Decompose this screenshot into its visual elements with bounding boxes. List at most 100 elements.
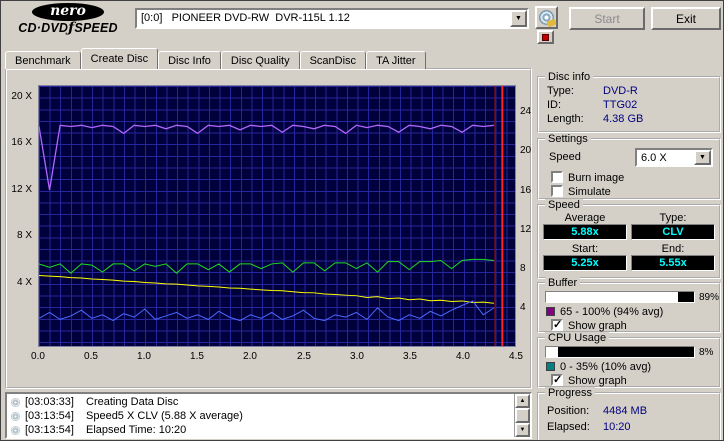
buffer-group: Buffer 89% 65 - 100% (94% avg) Show grap…: [537, 277, 721, 333]
axis-tick-label: 0.0: [31, 351, 45, 362]
axis-tick-label: 3.0: [350, 351, 364, 362]
simulate-label: Simulate: [568, 186, 611, 198]
cpu-meter: [545, 346, 695, 358]
log-panel: [03:03:33] Creating Data Disc [03:13:54] Sp…: [5, 392, 532, 439]
log-timestamp: [03:13:54]: [25, 424, 74, 436]
chart-plot: [38, 85, 516, 347]
average-label: Average: [564, 212, 606, 224]
series-blue-line: [39, 300, 495, 322]
product-name-left: CD·DVD: [18, 21, 69, 35]
scroll-down-icon[interactable]: ▼: [515, 423, 530, 437]
speed-type-display: CLV: [631, 224, 715, 240]
nero-brand: nero: [32, 3, 104, 21]
log-line[interactable]: [03:13:54] Speed5 X CLV (5.88 X average): [7, 409, 514, 423]
log-scrollbar[interactable]: ▲ ▼: [514, 394, 530, 437]
axis-tick-label: 4 X: [16, 277, 32, 288]
buffer-color-swatch: [546, 307, 555, 316]
position-value: 4484 MB: [603, 405, 648, 417]
tab-disc-info[interactable]: Disc Info: [158, 51, 221, 69]
speed-select[interactable]: 6.0 X ▼: [635, 148, 713, 167]
y-axis-left: 20 X 16 X 12 X 8 X 4 X: [7, 85, 35, 347]
axis-tick-label: 8 X: [16, 230, 32, 241]
axis-tick-label: 0.5: [84, 351, 98, 362]
cpu-show-graph-label: Show graph: [568, 375, 627, 387]
tab-strip: Benchmark Create Disc Disc Info Disc Qualit…: [5, 48, 426, 69]
disc-type-value: DVD-R: [603, 85, 638, 97]
axis-tick-label: 16 X: [11, 137, 32, 148]
axis-tick-label: 4.0: [456, 351, 470, 362]
cpu-percent: 8%: [699, 347, 714, 358]
disc-info-title: Disc info: [545, 71, 594, 83]
tab-ta-jitter[interactable]: TA Jitter: [366, 51, 426, 69]
small-tool-button[interactable]: [537, 30, 554, 44]
axis-tick-label: 1.5: [190, 351, 204, 362]
speed-group: Speed Average Type: 5.88x CLV Start: End…: [537, 199, 721, 279]
chevron-down-icon[interactable]: ▼: [694, 150, 711, 165]
disc-type-label: Type:: [547, 85, 574, 97]
red-dot-icon: [542, 33, 549, 41]
log-message: Elapsed Time: 10:20: [86, 424, 187, 436]
disc-info-group: Disc info Type: DVD-R ID: TTG02 Length: …: [537, 71, 721, 133]
disc-icon: [11, 411, 20, 421]
axis-tick-label: 2.0: [243, 351, 257, 362]
scroll-thumb[interactable]: [515, 408, 530, 423]
app-window: nero CD·DVDƒSPEED [0:0] PIONEER DVD-RW D…: [0, 0, 724, 441]
axis-tick-label: 12 X: [11, 184, 32, 195]
type-label: Type:: [659, 212, 687, 224]
chart-canvas: [39, 86, 504, 346]
drive-select-value: [0:0] PIONEER DVD-RW DVR-115L 1.12: [141, 12, 350, 24]
axis-tick-label: 12: [520, 224, 532, 235]
drive-select[interactable]: [0:0] PIONEER DVD-RW DVR-115L 1.12 ▼: [135, 8, 529, 29]
axis-tick-label: 24: [520, 106, 532, 117]
cpu-show-graph-checkbox[interactable]: [551, 373, 563, 386]
buffer-show-graph-checkbox[interactable]: [551, 318, 563, 331]
y-axis-right: 24 20 16 12 8 4: [518, 85, 533, 347]
axis-tick-label: 4: [520, 302, 526, 313]
cpu-title: CPU Usage: [545, 332, 610, 344]
speed-label: Speed: [549, 151, 581, 163]
log-line[interactable]: [03:13:54] Elapsed Time: 10:20: [7, 423, 514, 437]
cpu-group: CPU Usage 8% 0 - 35% (10% avg) Show grap…: [537, 332, 721, 388]
disc-hand-icon: [539, 10, 554, 25]
axis-tick-label: 2.5: [297, 351, 311, 362]
buffer-meter: [545, 291, 695, 303]
elapsed-value: 10:20: [603, 421, 631, 433]
tab-scandisc[interactable]: ScanDisc: [299, 51, 367, 69]
buffer-meter-fill: [546, 292, 678, 302]
start-speed-display: 5.25x: [543, 255, 627, 271]
disc-tool-button[interactable]: [535, 6, 558, 29]
tab-disc-quality[interactable]: Disc Quality: [220, 51, 300, 69]
disc-id-value: TTG02: [603, 99, 638, 111]
log-timestamp: [03:03:33]: [25, 396, 74, 408]
end-speed-label: End:: [661, 243, 685, 255]
tab-create-disc[interactable]: Create Disc: [80, 48, 159, 69]
buffer-show-graph-label: Show graph: [568, 320, 627, 332]
speed-group-title: Speed: [545, 199, 583, 211]
burn-image-label: Burn image: [568, 172, 625, 184]
disc-id-label: ID:: [547, 99, 562, 111]
log-line[interactable]: [03:03:33] Creating Data Disc: [7, 395, 514, 409]
chevron-down-icon[interactable]: ▼: [510, 10, 527, 27]
start-button[interactable]: Start: [569, 7, 645, 30]
scroll-up-icon[interactable]: ▲: [515, 394, 530, 408]
cpu-range-text: 0 - 35% (10% avg): [560, 361, 652, 373]
buffer-range-text: 65 - 100% (94% avg): [560, 306, 664, 318]
disc-length-value: 4.38 GB: [603, 113, 644, 125]
simulate-checkbox[interactable]: [551, 185, 563, 197]
disc-icon: [11, 425, 20, 435]
burn-image-checkbox[interactable]: [551, 171, 563, 183]
progress-group: Progress Position: 4484 MB Elapsed: 10:2…: [537, 387, 721, 440]
series-green-line: [39, 258, 494, 274]
axis-tick-label: 20: [520, 145, 532, 156]
exit-button[interactable]: Exit: [651, 7, 721, 30]
tab-benchmark[interactable]: Benchmark: [5, 51, 81, 69]
speed-select-value: 6.0 X: [641, 152, 667, 164]
product-name-right: SPEED: [74, 21, 118, 35]
average-speed-display: 5.88x: [543, 224, 627, 240]
axis-tick-label: 1.0: [137, 351, 151, 362]
chart-panel: 20 X 16 X 12 X 8 X 4 X 24 20 16 12 8 4 0.0 0.5 1.0 1…: [5, 68, 532, 389]
disc-icon: [11, 397, 20, 407]
buffer-title: Buffer: [545, 277, 581, 289]
elapsed-label: Elapsed:: [547, 421, 590, 433]
axis-tick-label: 20 X: [11, 91, 32, 102]
